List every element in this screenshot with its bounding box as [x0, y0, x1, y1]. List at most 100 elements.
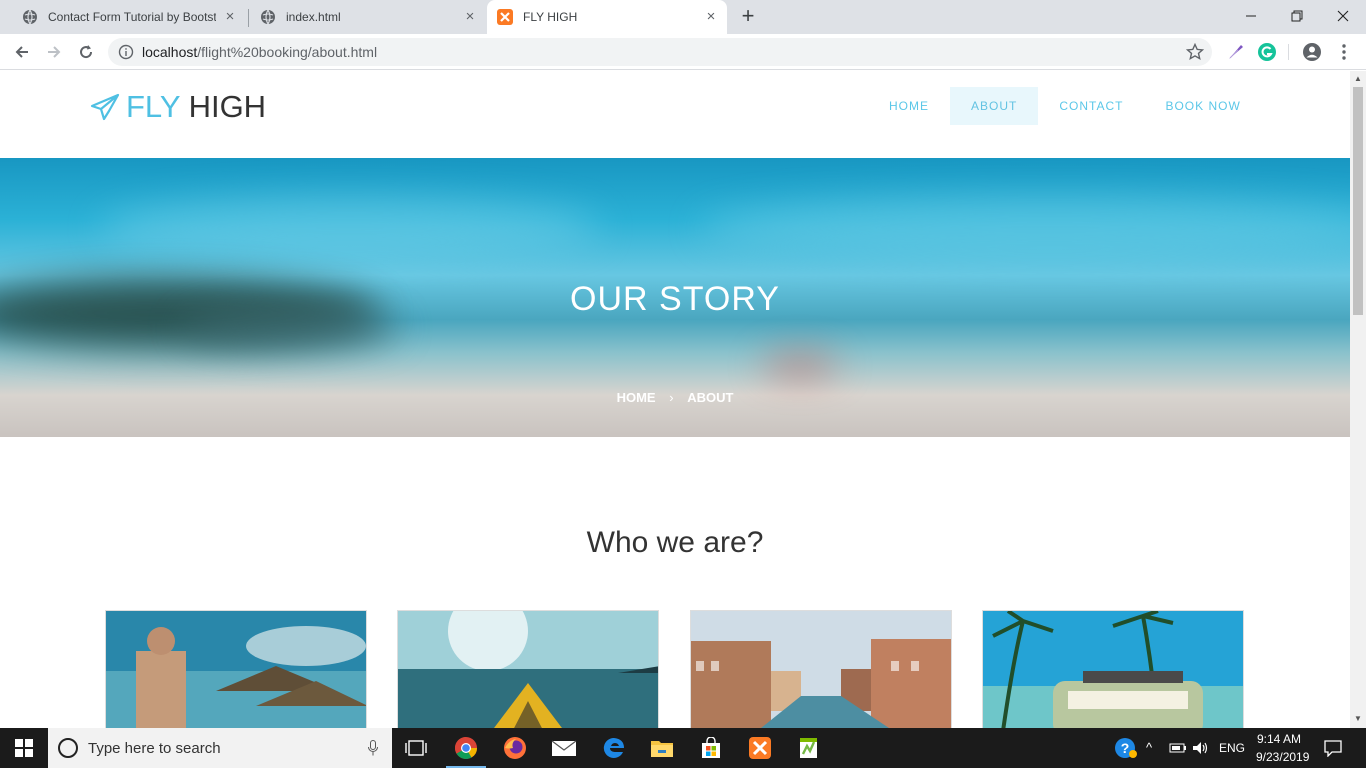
close-tab-icon[interactable]: × [462, 9, 478, 25]
nav-book-now[interactable]: BOOK NOW [1144, 87, 1261, 125]
xampp-icon [749, 737, 771, 759]
breadcrumb-current: ABOUT [687, 390, 734, 405]
microphone-icon[interactable] [368, 740, 378, 756]
gallery-image-venice[interactable] [690, 610, 952, 728]
logo-fly-text: FLY [126, 89, 181, 124]
taskbar-notepad-plus[interactable] [785, 728, 833, 768]
task-view-button[interactable] [392, 728, 440, 768]
page-title: OUR STORY [570, 280, 780, 318]
hero-cloud [100, 198, 600, 258]
folder-icon [651, 741, 673, 757]
logo-high-text: HIGH [188, 89, 267, 124]
forward-button[interactable] [40, 38, 68, 66]
mail-icon [551, 740, 577, 756]
clock-time[interactable]: 9:14 AM [1257, 732, 1301, 746]
taskbar-search[interactable]: Type here to search [48, 728, 392, 768]
taskbar-file-explorer[interactable] [638, 728, 686, 768]
svg-text:?: ? [1121, 740, 1130, 756]
chrome-icon [455, 737, 477, 759]
taskbar-firefox[interactable] [491, 728, 539, 768]
reload-button[interactable] [72, 38, 100, 66]
cortana-icon [58, 738, 78, 758]
taskbar-store[interactable] [687, 728, 735, 768]
venice-canal-image [691, 611, 951, 728]
vintage-van-image [983, 611, 1243, 728]
kebab-menu-icon[interactable] [1334, 42, 1354, 62]
tab-title: index.html [286, 10, 341, 24]
arrow-left-icon [15, 46, 28, 58]
close-tab-icon[interactable]: × [222, 9, 238, 25]
info-icon[interactable] [118, 44, 134, 60]
globe-icon [261, 9, 275, 25]
tab-index[interactable]: index.html × [250, 0, 486, 34]
volume-icon[interactable] [1191, 740, 1209, 756]
minimize-button[interactable] [1228, 0, 1274, 32]
address-bar[interactable]: localhost/flight%20booking/about.html [108, 38, 1212, 66]
hero-cloud [700, 198, 1350, 258]
notification-icon[interactable] [1324, 739, 1342, 757]
scroll-down-icon[interactable]: ▼ [1354, 715, 1362, 723]
tab-strip: Contact Form Tutorial by Bootstr × index… [0, 0, 1366, 34]
tab-contact-form[interactable]: Contact Form Tutorial by Bootstr × [10, 0, 246, 34]
tab-title: FLY HIGH [523, 10, 578, 24]
quill-extension-icon[interactable] [1226, 42, 1246, 62]
xampp-icon [497, 9, 513, 25]
gallery-image-van[interactable] [982, 610, 1244, 728]
url-text[interactable]: localhost/flight%20booking/about.html [142, 44, 377, 60]
scroll-up-icon[interactable]: ▲ [1354, 75, 1362, 83]
kayak-image [398, 611, 658, 728]
url-host: localhost [142, 44, 198, 60]
paper-plane-icon [90, 93, 120, 121]
close-tab-icon[interactable]: × [703, 9, 719, 25]
firefox-icon [504, 737, 526, 759]
taskbar-mail[interactable] [540, 728, 588, 768]
close-window-button[interactable] [1320, 0, 1366, 32]
nav-contact[interactable]: CONTACT [1038, 87, 1144, 125]
breadcrumb: HOME › ABOUT [0, 390, 1350, 405]
nav-about[interactable]: ABOUT [950, 87, 1039, 125]
tab-fly-high[interactable]: FLY HIGH × [487, 0, 727, 34]
reload-icon [80, 45, 93, 59]
tab-separator [248, 9, 249, 27]
taskbar-edge[interactable] [590, 728, 638, 768]
restore-icon [1291, 10, 1303, 22]
restore-button[interactable] [1274, 0, 1320, 32]
gallery-image-beach-man[interactable] [105, 610, 367, 728]
help-icon[interactable]: ? [1114, 737, 1138, 759]
search-placeholder: Type here to search [88, 740, 221, 757]
hero-figures [760, 353, 840, 377]
section-title: Who we are? [586, 526, 764, 559]
hero-banner: OUR STORY HOME › ABOUT [0, 158, 1350, 437]
grammarly-icon[interactable] [1257, 42, 1277, 62]
star-icon[interactable] [1186, 43, 1204, 61]
account-icon[interactable] [1302, 42, 1322, 62]
edge-icon [603, 737, 624, 758]
battery-icon[interactable] [1168, 741, 1186, 755]
gallery-image-kayak[interactable] [397, 610, 659, 728]
url-path: /flight%20booking/about.html [197, 44, 378, 60]
browser-toolbar: localhost/flight%20booking/about.html [0, 34, 1366, 70]
page-viewport: FLY HIGH HOME ABOUT CONTACT BOOK NOW OUR… [0, 71, 1350, 728]
windows-logo-icon [15, 739, 33, 757]
chevron-right-icon: › [669, 390, 674, 405]
task-view-icon [405, 740, 427, 756]
site-logo[interactable]: FLY HIGH [90, 89, 266, 125]
clock-date[interactable]: 9/23/2019 [1256, 750, 1309, 764]
tray-chevron-up-icon[interactable]: ^ [1146, 740, 1152, 755]
scrollbar-thumb[interactable] [1353, 87, 1363, 315]
taskbar-xampp[interactable] [736, 728, 784, 768]
back-button[interactable] [8, 38, 36, 66]
beach-man-image [106, 611, 366, 728]
page-scrollbar[interactable]: ▲ ▼ [1350, 71, 1366, 728]
toolbar-divider [1288, 44, 1289, 60]
new-tab-button[interactable]: + [737, 5, 759, 28]
minimize-icon [1246, 15, 1256, 17]
input-language[interactable]: ENG [1219, 741, 1245, 755]
breadcrumb-home[interactable]: HOME [617, 390, 656, 405]
windows-taskbar: Type here to search ? ^ ENG 9:14 AM 9/23… [0, 728, 1366, 768]
store-bag-icon [702, 737, 720, 758]
taskbar-chrome[interactable] [442, 728, 490, 768]
start-button[interactable] [0, 728, 48, 768]
nav-home[interactable]: HOME [868, 87, 950, 125]
tab-title: Contact Form Tutorial by Bootstr [48, 10, 216, 24]
